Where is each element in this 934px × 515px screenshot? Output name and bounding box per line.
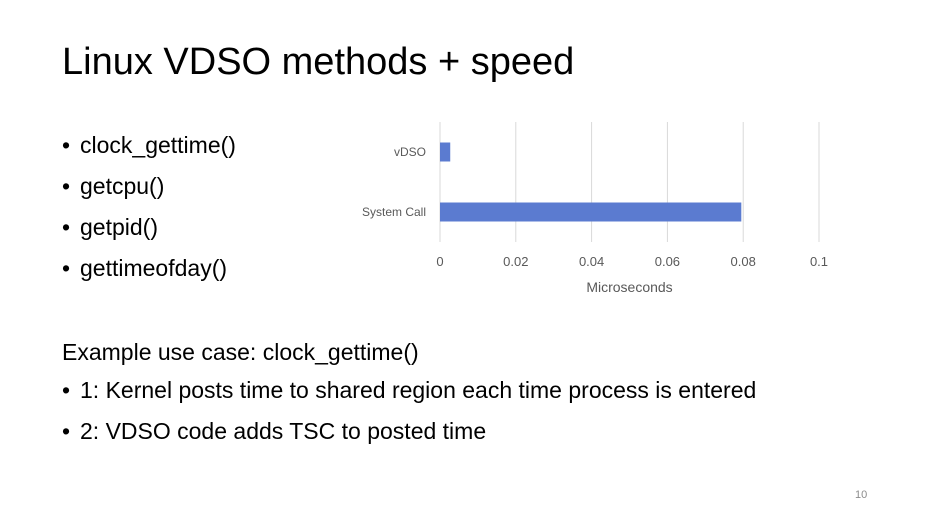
category-label: vDSO: [394, 145, 426, 159]
chart-svg: vDSO System Call 0 0.02 0.04 0.06 0.08 0.1 Micro…: [362, 122, 828, 295]
list-item-label: clock_gettime(): [80, 132, 236, 158]
step-label: 2: VDSO code adds TSC to posted time: [80, 418, 487, 444]
step-label: 1: Kernel posts time to shared region ea…: [80, 377, 757, 403]
example-heading: Example use case: clock_gettime(): [62, 339, 419, 365]
x-tick-label: 0.04: [579, 254, 604, 269]
list-item-label: getcpu(): [80, 173, 165, 199]
bullet-marker: •: [62, 377, 71, 403]
step-item: • 2: VDSO code adds TSC to posted time: [62, 414, 756, 455]
slide-title: Linux VDSO methods + speed: [62, 41, 575, 83]
speed-chart: vDSO System Call 0 0.02 0.04 0.06 0.08 0.1 Micro…: [330, 110, 850, 310]
category-label: System Call: [362, 205, 426, 219]
method-list: • clock_gettime() • getcpu() • getpid() • ge…: [62, 125, 236, 289]
bullet-marker: •: [62, 418, 71, 444]
list-item-label: getpid(): [80, 214, 158, 240]
slide-number: 10: [855, 489, 868, 501]
bullet-marker: •: [62, 255, 71, 281]
list-item: • gettimeofday(): [62, 248, 236, 289]
list-item: • getcpu(): [62, 166, 236, 207]
step-item: • 1: Kernel posts time to shared region e…: [62, 373, 756, 414]
x-tick-label: 0.1: [810, 254, 828, 269]
bar: [440, 202, 742, 222]
x-axis-title: Microseconds: [586, 279, 672, 295]
x-tick-label: 0: [436, 254, 443, 269]
bar: [440, 142, 451, 162]
list-item: • clock_gettime(): [62, 125, 236, 166]
x-tick-label: 0.06: [655, 254, 680, 269]
steps-list: • 1: Kernel posts time to shared region e…: [62, 373, 756, 455]
list-item-label: gettimeofday(): [80, 255, 228, 281]
bullet-marker: •: [62, 132, 71, 158]
list-item: • getpid(): [62, 207, 236, 248]
x-tick-label: 0.08: [731, 254, 756, 269]
bullet-marker: •: [62, 173, 71, 199]
x-tick-label: 0.02: [503, 254, 528, 269]
bullet-marker: •: [62, 214, 71, 240]
